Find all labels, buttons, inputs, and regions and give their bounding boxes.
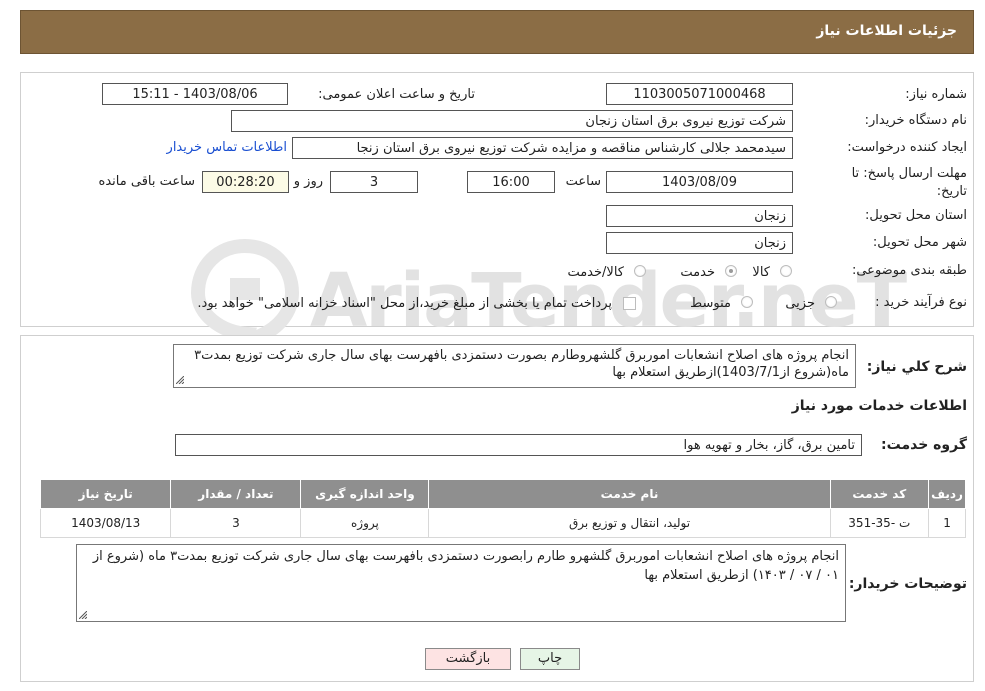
deadline-time-field: 16:00 (467, 171, 555, 193)
column-header-quantity: تعداد / مقدار (170, 479, 302, 509)
announce-datetime-field: 1403/08/06 - 15:11 (102, 83, 288, 105)
general-description-textarea[interactable]: انجام پروژه های اصلاح انشعابات اموربرق گ… (173, 344, 856, 388)
general-description-label: شرح کلي نياز: (866, 359, 967, 375)
page-header: جزئیات اطلاعات نیاز (20, 10, 974, 54)
general-description-text: انجام پروژه های اصلاح انشعابات اموربرق گ… (194, 348, 849, 380)
cell-service-code: ت -35-351 (829, 508, 930, 538)
buyer-contact-link[interactable]: اطلاعات تماس خریدار (167, 140, 287, 155)
column-header-unit: واحد اندازه گیری (300, 479, 430, 509)
deadline-date-field: 1403/08/09 (606, 171, 793, 193)
city-field: زنجان (606, 232, 793, 254)
cell-unit: پروژه (300, 508, 430, 538)
need-number-field: 1103005071000468 (606, 83, 793, 105)
services-table: ردیف کد خدمت نام خدمت واحد اندازه گیری ت… (39, 479, 966, 538)
category-option-goods: کالا (752, 265, 770, 280)
page-title: جزئیات اطلاعات نیاز (816, 23, 957, 39)
category-option-service: خدمت (680, 265, 715, 280)
process-type-label: نوع فرآیند خرید : (875, 295, 967, 310)
category-option-goods-service: کالا/خدمت (567, 265, 624, 280)
buyer-notes-text: انجام پروژه های اصلاح انشعابات اموربرق گ… (92, 549, 839, 583)
resize-grip-icon[interactable] (79, 611, 87, 619)
announce-datetime-label: تاریخ و ساعت اعلان عمومی: (318, 87, 475, 102)
category-radio-goods-service[interactable] (634, 265, 646, 277)
deadline-time-label: ساعت (565, 174, 601, 189)
treasury-checkbox[interactable] (623, 297, 636, 310)
process-radio-minor[interactable] (825, 296, 837, 308)
category-radio-service[interactable] (725, 265, 737, 277)
category-label: طبقه بندی موضوعی: (851, 263, 967, 278)
buyer-org-field: شرکت توزیع نیروی برق استان زنجان (231, 110, 793, 132)
process-option-minor: جزیی (785, 296, 815, 311)
service-group-field: تامین برق، گاز، بخار و تهویه هوا (175, 434, 862, 456)
table-header-row: ردیف کد خدمت نام خدمت واحد اندازه گیری ت… (39, 479, 966, 509)
table-row: 1 ت -35-351 تولید، انتقال و توزیع برق پر… (39, 508, 966, 538)
city-label: شهر محل تحویل: (872, 235, 967, 250)
need-number-label: شماره نیاز: (905, 87, 967, 102)
column-header-row-number: ردیف (928, 479, 966, 509)
cell-row-number: 1 (928, 508, 966, 538)
remaining-time-label: ساعت باقی مانده (98, 174, 195, 189)
cell-quantity: 3 (170, 508, 302, 538)
buyer-org-label: نام دستگاه خریدار: (864, 113, 967, 128)
province-label: استان محل تحویل: (865, 208, 967, 223)
remaining-time-field: 00:28:20 (202, 171, 289, 193)
buyer-notes-textarea[interactable]: انجام پروژه های اصلاح انشعابات اموربرق گ… (76, 544, 846, 622)
back-button[interactable]: بازگشت (425, 648, 511, 670)
deadline-label-line2: تاریخ: (936, 184, 967, 199)
service-group-label: گروه خدمت: (881, 437, 967, 453)
column-header-service-name: نام خدمت (428, 479, 831, 509)
days-field: 3 (330, 171, 418, 193)
category-radio-goods[interactable] (780, 265, 792, 277)
column-header-need-date: تاریخ نیاز (39, 479, 172, 509)
services-section-title: اطلاعات خدمات مورد نیاز (791, 398, 967, 414)
cell-need-date: 1403/08/13 (39, 508, 172, 538)
column-header-service-code: کد خدمت (829, 479, 930, 509)
creator-label: ایجاد کننده درخواست: (847, 140, 967, 155)
buyer-notes-label: توضیحات خریدار: (848, 576, 967, 592)
days-label: روز و (293, 174, 323, 189)
process-radio-medium[interactable] (741, 296, 753, 308)
creator-field: سیدمحمد جلالی کارشناس مناقصه و مزایده شر… (292, 137, 793, 159)
print-button[interactable]: چاپ (520, 648, 580, 670)
province-field: زنجان (606, 205, 793, 227)
resize-grip-icon[interactable] (176, 376, 184, 384)
services-table-wrap: ردیف کد خدمت نام خدمت واحد اندازه گیری ت… (39, 479, 966, 538)
process-option-medium: متوسط (690, 296, 731, 311)
cell-service-name: تولید، انتقال و توزیع برق (428, 508, 831, 538)
deadline-label-line1: مهلت ارسال پاسخ: تا (851, 166, 967, 181)
treasury-payment-note: پرداخت تمام یا بخشی از مبلغ خرید،از محل … (197, 296, 612, 311)
